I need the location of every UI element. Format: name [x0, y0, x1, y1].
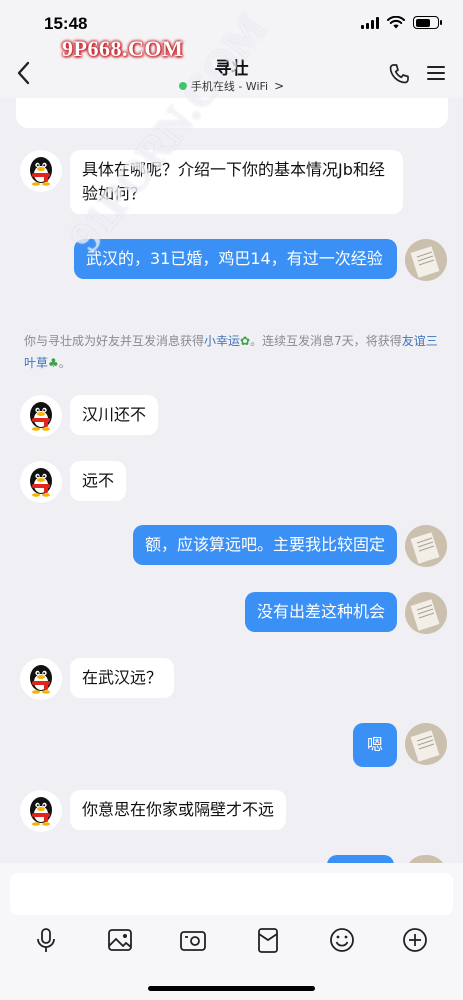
user-avatar[interactable]: [405, 592, 447, 634]
previous-message-card[interactable]: [16, 98, 448, 128]
message-input[interactable]: [10, 873, 453, 915]
message-row-incoming: 在武汉远？: [20, 658, 175, 700]
sprout-icon: ✿: [240, 334, 251, 348]
qq-penguin-icon: [30, 797, 52, 826]
menu-icon[interactable]: [425, 63, 447, 83]
status-icons: [361, 16, 442, 29]
input-toolbar: [0, 925, 463, 961]
chevron-right-icon: >: [274, 79, 285, 93]
system-notice-text: 你与寻壮成为好友并互发消息获得: [24, 334, 205, 348]
battery-icon: [413, 16, 442, 29]
lucky-link[interactable]: 小幸运: [204, 334, 240, 348]
contact-avatar[interactable]: [20, 790, 62, 832]
message-bubble[interactable]: 远不: [70, 461, 127, 501]
user-photo: [405, 525, 447, 567]
message-bubble[interactable]: 你意思在你家或隔壁才不远: [70, 790, 287, 830]
message-row-outgoing: 武汉的，31已婚，鸡巴14，有过一次经验: [74, 239, 447, 281]
camera-icon[interactable]: [178, 925, 208, 955]
message-bubble[interactable]: 在武汉远？: [70, 658, 175, 698]
contact-avatar[interactable]: [20, 658, 62, 700]
qq-penguin-icon: [30, 665, 52, 694]
user-photo: [405, 239, 447, 281]
message-bubble[interactable]: 汉川还不: [70, 395, 159, 435]
system-notice: 你与寻壮成为好友并互发消息获得小幸运✿。连续互发消息7天，将获得友谊三叶草♣。: [24, 334, 438, 370]
message-row-incoming: 远不: [20, 461, 127, 503]
image-icon[interactable]: [105, 925, 135, 955]
input-area: [0, 863, 463, 1000]
message-bubble[interactable]: 嗯: [352, 723, 397, 767]
user-avatar[interactable]: [405, 239, 447, 281]
user-photo: [405, 723, 447, 765]
contact-avatar[interactable]: [20, 395, 62, 437]
status-time: 15:48: [44, 14, 88, 33]
user-avatar[interactable]: [405, 723, 447, 765]
watermark-logo: 9P668.COM: [62, 36, 184, 61]
message-row-incoming: 汉川还不: [20, 395, 159, 437]
qq-penguin-icon: [30, 402, 52, 431]
message-row-incoming: 你意思在你家或隔壁才不远: [20, 790, 287, 832]
message-row-outgoing: 没有出差这种机会: [244, 592, 447, 634]
emoji-icon[interactable]: [327, 925, 357, 955]
cellular-signal-icon: [361, 16, 379, 29]
message-bubble[interactable]: 额，应该算远吧。主要我比较固定: [132, 525, 397, 565]
user-avatar[interactable]: [405, 525, 447, 567]
message-row-outgoing: 嗯: [352, 723, 447, 767]
system-notice-text: 。连续互发消息7天，将获得: [250, 334, 402, 348]
contact-avatar[interactable]: [20, 461, 62, 503]
wifi-icon: [387, 16, 405, 29]
contact-avatar[interactable]: [20, 150, 62, 192]
plus-icon[interactable]: [400, 925, 430, 955]
message-bubble[interactable]: 武汉的，31已婚，鸡巴14，有过一次经验: [74, 239, 397, 279]
message-list[interactable]: 具体在哪呢？介绍一下你的基本情况Jb和经验如何？ 武汉的，31已婚，鸡巴14，有…: [0, 98, 463, 863]
partial-message-bubble[interactable]: [327, 855, 394, 863]
microphone-icon[interactable]: [31, 925, 61, 955]
user-photo: [405, 592, 447, 634]
message-bubble[interactable]: 没有出差这种机会: [244, 592, 397, 632]
qq-penguin-icon: [30, 468, 52, 497]
message-row-incoming: 具体在哪呢？介绍一下你的基本情况Jb和经验如何？: [20, 150, 403, 214]
qq-penguin-icon: [30, 157, 52, 186]
clover-icon: ♣: [48, 356, 59, 370]
message-row-outgoing: 额，应该算远吧。主要我比较固定: [132, 525, 447, 567]
red-packet-icon[interactable]: [253, 925, 283, 955]
phone-icon[interactable]: [387, 62, 411, 86]
home-indicator[interactable]: [148, 986, 315, 991]
partial-user-avatar[interactable]: [405, 855, 447, 863]
